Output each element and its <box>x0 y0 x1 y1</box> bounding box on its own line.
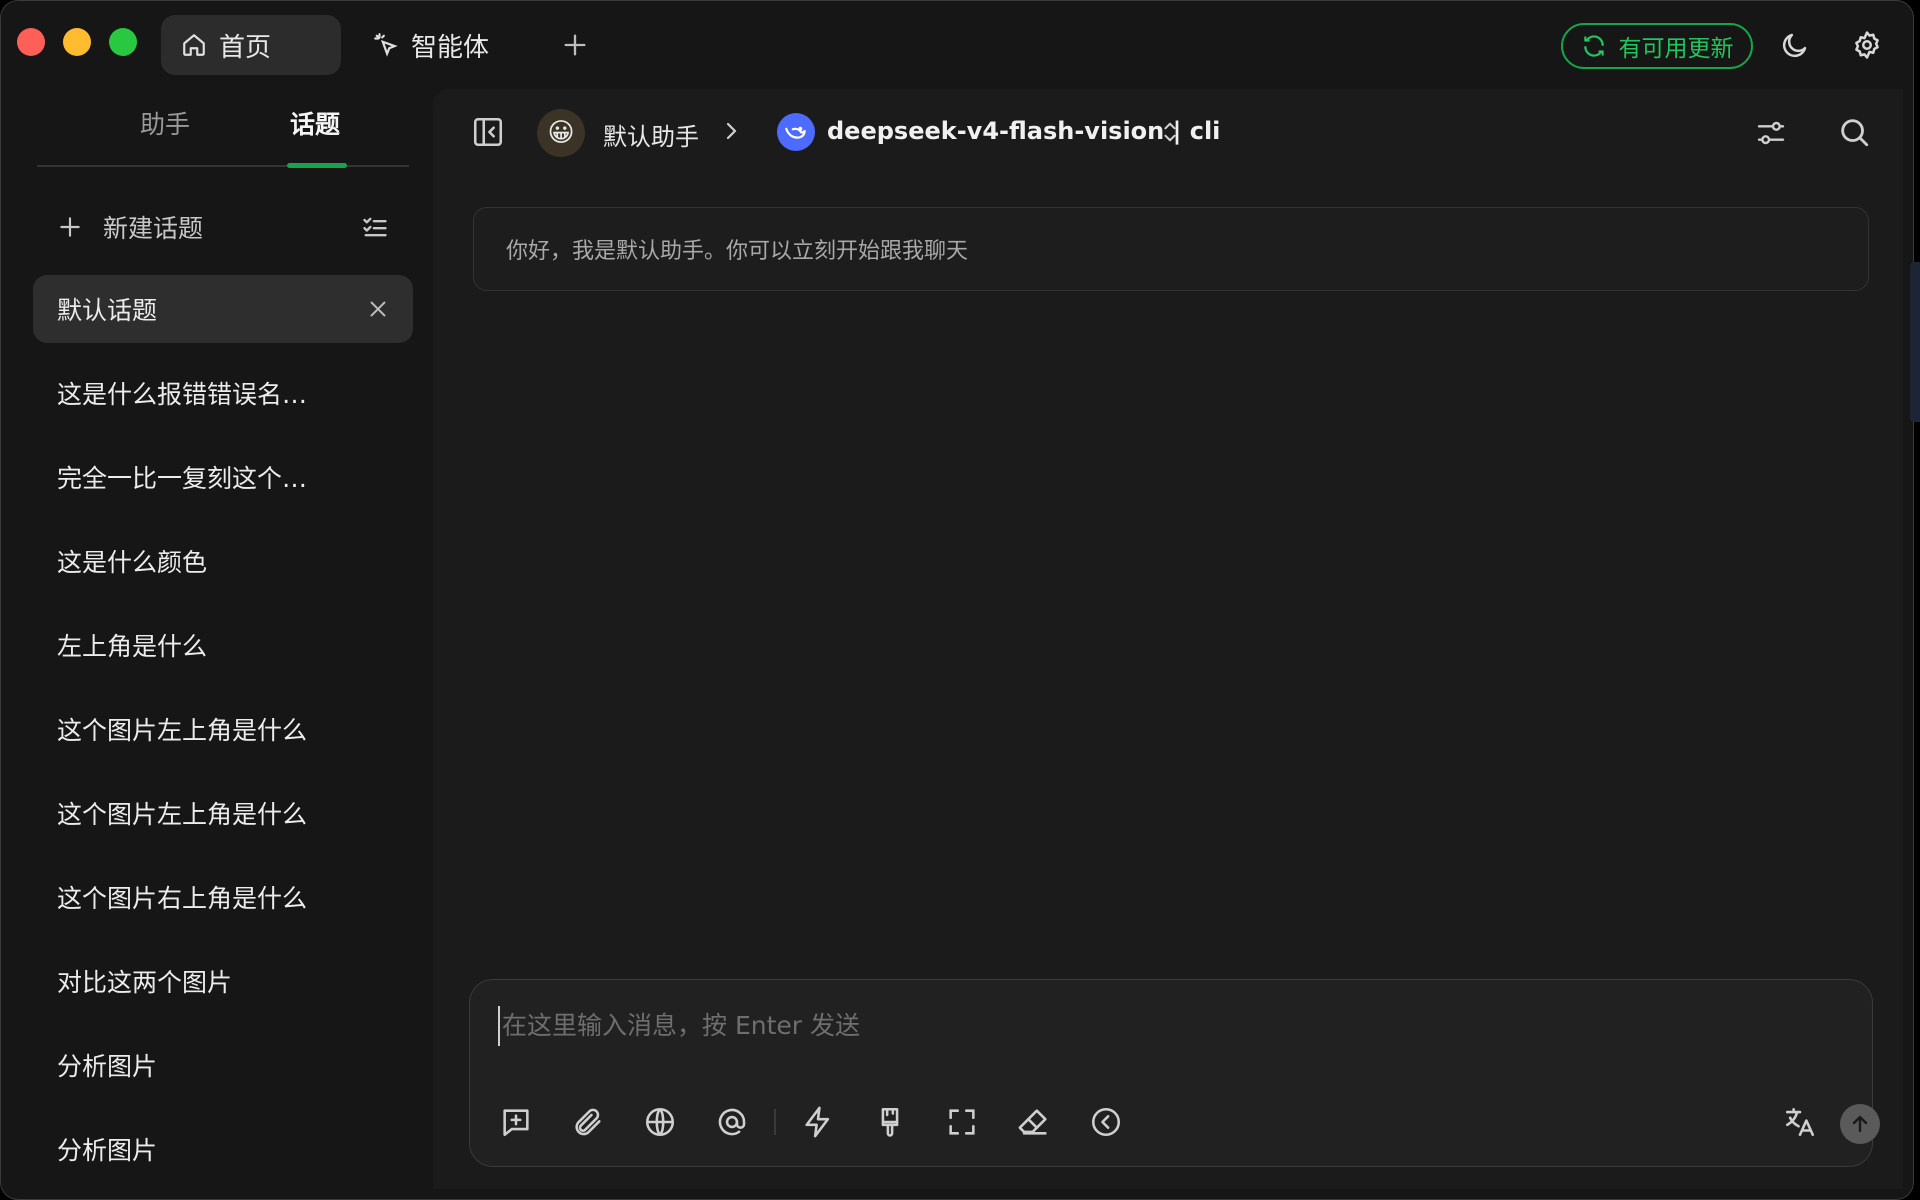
eraser-icon[interactable] <box>1016 1104 1052 1140</box>
checklist-icon[interactable] <box>361 213 389 241</box>
topic-label: 分析图片 <box>57 1052 158 1081</box>
topic-label: 这个图片左上角是什么 <box>57 800 308 829</box>
topic-label: 这个图片左上角是什么 <box>57 716 308 745</box>
deepseek-logo-icon <box>777 113 815 151</box>
title-bar: 首页 智能体 有可用更新 <box>1 1 1913 89</box>
collapse-icon[interactable] <box>1088 1104 1124 1140</box>
new-topic-button[interactable]: 新建话题 <box>57 203 389 251</box>
plus-icon <box>57 214 83 240</box>
topic-label: 默认话题 <box>57 296 158 325</box>
topic-item-active[interactable]: 默认话题 <box>33 275 413 343</box>
topic-label: 分析图片 <box>57 1136 158 1165</box>
assistant-avatar[interactable]: 😀 <box>537 109 585 157</box>
topic-item[interactable]: 完全一比一复刻这个… <box>33 443 413 511</box>
update-label: 有可用更新 <box>1618 36 1734 62</box>
topic-item[interactable]: 分析图片 <box>33 1031 413 1099</box>
new-topic-icon[interactable] <box>498 1104 534 1140</box>
moon-icon <box>1780 30 1810 60</box>
topic-item[interactable]: 分析图片 <box>33 1115 413 1183</box>
close-icon[interactable] <box>367 298 389 320</box>
add-tab-button[interactable] <box>557 15 593 75</box>
attachment-icon[interactable] <box>570 1104 606 1140</box>
chat-settings-button[interactable] <box>1755 117 1787 149</box>
clear-context-icon[interactable] <box>872 1104 908 1140</box>
tab-home[interactable]: 首页 <box>161 15 341 75</box>
active-tab-indicator <box>287 163 347 168</box>
chevron-updown-icon[interactable] <box>1159 119 1181 145</box>
theme-toggle-button[interactable] <box>1777 27 1813 63</box>
background-window-edge <box>1910 262 1920 422</box>
chevron-right-icon <box>719 119 743 143</box>
refresh-icon <box>1581 33 1607 59</box>
topic-label: 这是什么报错错误名… <box>57 380 308 409</box>
sliders-icon <box>1755 117 1787 149</box>
topics-sidebar: 助手 话题 新建话题 默认话题 这是什么报错错误名… 完全一比一复刻这个… 这是… <box>1 89 433 1199</box>
app-window: 首页 智能体 有可用更新 助手 话题 新建话题 默认话题 这是什么报错错误名… … <box>0 0 1914 1200</box>
sidebar-collapse-icon <box>471 115 505 149</box>
translate-button[interactable] <box>1782 1104 1818 1140</box>
search-icon <box>1837 115 1871 149</box>
chat-header: 😀 默认助手 deepseek-v4-flash-vision | cli <box>433 89 1903 179</box>
arrow-up-icon <box>1848 1112 1872 1136</box>
composer-toolbar <box>498 1104 1124 1140</box>
topic-item[interactable]: 这个图片左上角是什么 <box>33 695 413 763</box>
mention-icon[interactable] <box>714 1104 750 1140</box>
maximize-window-button[interactable] <box>109 28 137 56</box>
translate-icon <box>1783 1105 1817 1139</box>
topic-label: 这个图片右上角是什么 <box>57 884 308 913</box>
topic-item[interactable]: 左上角是什么 <box>33 611 413 679</box>
update-available-button[interactable]: 有可用更新 <box>1561 23 1753 69</box>
message-composer: 在这里输入消息，按 Enter 发送 <box>469 979 1880 1167</box>
topic-item[interactable]: 这个图片右上角是什么 <box>33 863 413 931</box>
topic-label: 左上角是什么 <box>57 632 208 661</box>
tab-assistants[interactable]: 助手 <box>105 105 225 141</box>
sidebar-tabs: 助手 话题 <box>37 89 409 168</box>
topic-list: 默认话题 这是什么报错错误名… 完全一比一复刻这个… 这是什么颜色 左上角是什么… <box>33 275 413 1199</box>
topic-item[interactable]: 这个图片左上角是什么 <box>33 779 413 847</box>
topic-item[interactable]: 对比这两个图片 <box>33 947 413 1015</box>
chat-panel: 😀 默认助手 deepseek-v4-flash-vision | cli 你好… <box>433 89 1903 1189</box>
topic-label: 对比这两个图片 <box>57 968 233 997</box>
sparkle-cursor-icon <box>373 32 399 58</box>
assistant-greeting-message: 你好，我是默认助手。你可以立刻开始跟我聊天 <box>473 207 1869 291</box>
message-input[interactable]: 在这里输入消息，按 Enter 发送 <box>498 1006 1698 1046</box>
minimize-window-button[interactable] <box>63 28 91 56</box>
sidebar-toggle-button[interactable] <box>471 115 505 149</box>
web-search-icon[interactable] <box>642 1104 678 1140</box>
home-icon <box>181 32 207 58</box>
topic-item[interactable]: 这是什么报错错误名… <box>33 359 413 427</box>
search-button[interactable] <box>1837 115 1871 149</box>
topic-item[interactable]: 这是什么颜色 <box>33 527 413 595</box>
new-topic-label: 新建话题 <box>103 214 204 243</box>
topic-label: 这是什么颜色 <box>57 548 208 577</box>
settings-button[interactable] <box>1849 27 1885 63</box>
tab-topics[interactable]: 话题 <box>255 105 375 141</box>
quick-phrase-icon[interactable] <box>800 1104 836 1140</box>
assistant-name[interactable]: 默认助手 <box>603 117 699 152</box>
fullscreen-icon[interactable] <box>944 1104 980 1140</box>
topic-label: 完全一比一复刻这个… <box>57 464 308 493</box>
close-window-button[interactable] <box>17 28 45 56</box>
toolbar-divider <box>774 1109 776 1135</box>
send-button[interactable] <box>1840 1104 1880 1144</box>
tab-agents-label: 智能体 <box>411 32 490 63</box>
plus-icon <box>561 31 589 59</box>
tab-agents[interactable]: 智能体 <box>353 15 533 75</box>
tab-home-label: 首页 <box>219 32 272 63</box>
gear-icon <box>1852 30 1882 60</box>
